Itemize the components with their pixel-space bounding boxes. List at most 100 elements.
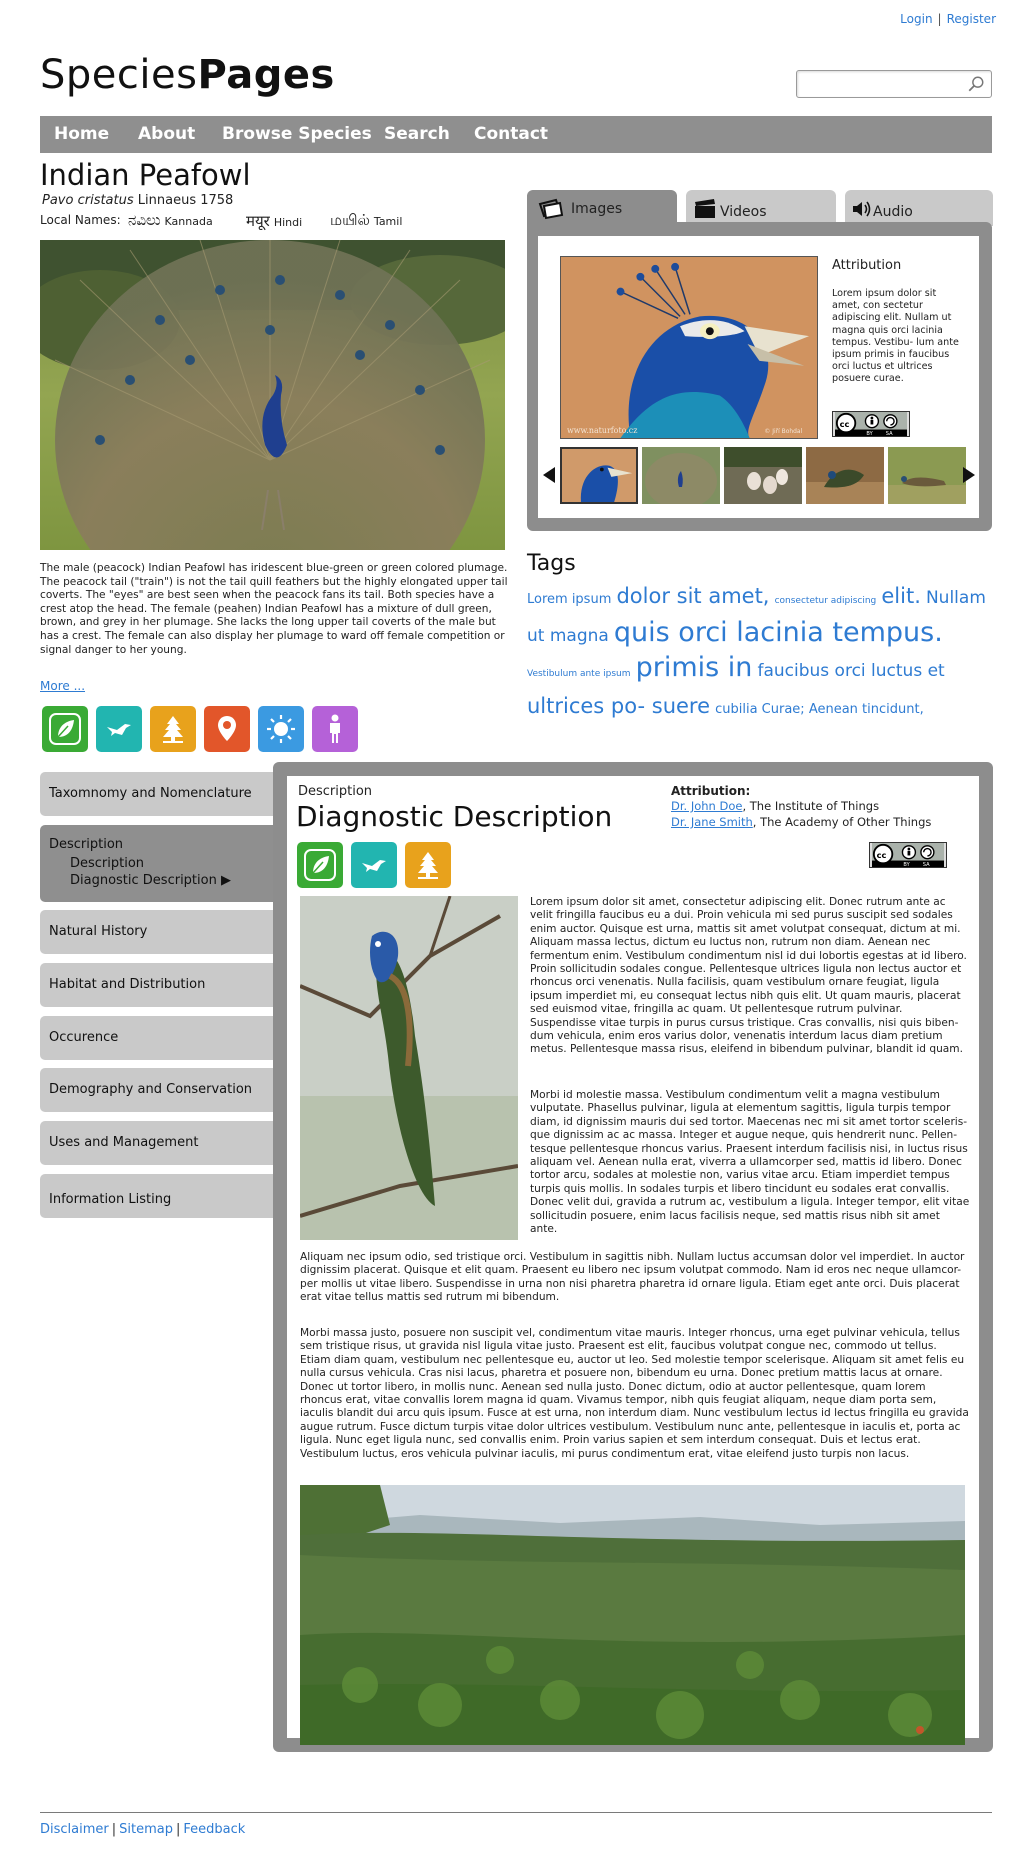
author-link[interactable]: Dr. Jane Smith xyxy=(671,815,753,829)
left-nav-subitem-diagnostic[interactable]: Diagnostic Description ▶ xyxy=(70,873,231,888)
tag[interactable]: dolor sit amet, xyxy=(616,584,769,608)
local-name-language: Hindi xyxy=(273,216,303,229)
cc-by-sa-icon: cc BY SA xyxy=(872,843,944,868)
tree-icon xyxy=(418,852,438,879)
thumbnail-5[interactable] xyxy=(888,447,966,504)
attribution-line-2: Dr. Jane Smith, The Academy of Other Thi… xyxy=(671,815,931,829)
perched-peacock-image xyxy=(300,896,518,1240)
cc-license-badge[interactable]: cc BY SA xyxy=(832,411,910,437)
sun-icon xyxy=(267,715,295,743)
nav-search[interactable]: Search xyxy=(384,124,450,144)
site-logo[interactable]: SpeciesPages xyxy=(40,52,335,98)
clapperboard-icon xyxy=(695,199,715,218)
svg-text:cc: cc xyxy=(877,850,887,860)
tile-tree[interactable] xyxy=(405,842,451,888)
local-names: Local Names: ನವಿಲು Kannada मयूर Hindi மயில… xyxy=(40,211,440,233)
media-gallery: www.naturfoto.cz © Jiří Bohdal Attributi… xyxy=(538,236,979,518)
left-nav-natural-history[interactable]: Natural History xyxy=(40,910,276,954)
left-nav-taxonomy[interactable]: Taxomnomy and Nomenclature xyxy=(40,772,276,816)
search-icon[interactable] xyxy=(967,75,985,93)
tag[interactable]: consectetur adipiscing xyxy=(775,596,877,606)
tag[interactable]: elit. xyxy=(881,584,921,608)
local-names-label: Local Names: xyxy=(40,213,121,227)
register-link[interactable]: Register xyxy=(947,12,996,26)
tag[interactable]: cubilia Curae; Aenean tincidunt, xyxy=(715,702,924,717)
paragraph-2: Morbi id molestie massa. Vestibulum cond… xyxy=(530,1089,970,1236)
location-pin-icon xyxy=(218,716,236,741)
prev-arrow-icon[interactable] xyxy=(541,466,557,484)
thumbnail-1[interactable] xyxy=(560,447,638,504)
left-nav-label: Description xyxy=(49,837,124,852)
tile-location[interactable] xyxy=(204,706,250,752)
tile-bird[interactable] xyxy=(351,842,397,888)
tab-audio[interactable]: Audio xyxy=(845,190,993,226)
tile-climate[interactable] xyxy=(258,706,304,752)
tile-leaf[interactable] xyxy=(42,706,88,752)
tile-human[interactable] xyxy=(312,706,358,752)
separator: | xyxy=(111,1822,117,1837)
more-link[interactable]: More ... xyxy=(40,679,85,693)
next-arrow-icon[interactable] xyxy=(961,466,977,484)
left-nav-information-listing[interactable]: Information Listing xyxy=(40,1174,276,1218)
left-nav-occurence[interactable]: Occurence xyxy=(40,1016,276,1060)
nav-browse-species[interactable]: Browse Species xyxy=(222,124,372,144)
bird-icon xyxy=(107,724,131,736)
search-box xyxy=(796,70,992,98)
tag[interactable]: Vestibulum ante ipsum xyxy=(527,669,630,679)
tag[interactable]: faucibus orci luctus et xyxy=(757,661,944,681)
tag[interactable]: quis orci lacinia tempus. xyxy=(614,617,943,648)
account-links: Login | Register xyxy=(900,12,996,26)
left-nav-label: Habitat and Distribution xyxy=(49,977,206,992)
nav-contact[interactable]: Contact xyxy=(474,124,548,144)
content-title: Diagnostic Description xyxy=(296,800,613,833)
tree-icon xyxy=(163,716,183,743)
content-area: Description Diagnostic Description Attri… xyxy=(287,776,979,1745)
paragraph-3: Aliquam nec ipsum odio, sed tristique or… xyxy=(300,1251,965,1304)
paragraph-1: Lorem ipsum dolor sit amet, consectetur … xyxy=(530,896,967,1056)
left-nav-demography[interactable]: Demography and Conservation xyxy=(40,1068,276,1112)
nav-about[interactable]: About xyxy=(138,124,195,144)
tag[interactable]: ultrices po- suere xyxy=(527,694,710,718)
footer-feedback[interactable]: Feedback xyxy=(183,1822,245,1837)
left-nav-description[interactable]: Description Description Diagnostic Descr… xyxy=(40,825,276,902)
local-name-language: Kannada xyxy=(164,215,213,228)
svg-text:cc: cc xyxy=(840,419,850,429)
tile-leaf[interactable] xyxy=(297,842,343,888)
thumbnail-4[interactable] xyxy=(806,447,884,504)
left-nav-label: Occurence xyxy=(49,1030,119,1045)
footer-disclaimer[interactable]: Disclaimer xyxy=(40,1822,109,1837)
main-gallery-image[interactable]: www.naturfoto.cz © Jiří Bohdal xyxy=(560,256,818,439)
images-icon xyxy=(538,198,564,220)
authority: Linnaeus 1758 xyxy=(137,193,234,208)
search-input[interactable] xyxy=(801,74,961,94)
nav-home[interactable]: Home xyxy=(54,124,109,144)
tile-bird[interactable] xyxy=(96,706,142,752)
author-org: , The Academy of Other Things xyxy=(752,815,932,829)
local-name-tamil: மயில் Tamil xyxy=(330,211,402,231)
tab-videos-label: Videos xyxy=(720,204,767,220)
tile-tree[interactable] xyxy=(150,706,196,752)
cc-license-badge[interactable]: cc BY SA xyxy=(869,842,947,868)
forest-landscape-image xyxy=(300,1485,965,1745)
species-description: The male (peacock) Indian Peafowl has ir… xyxy=(40,562,508,656)
login-link[interactable]: Login xyxy=(900,12,932,26)
author-org: , The Institute of Things xyxy=(742,799,880,813)
left-nav-uses[interactable]: Uses and Management xyxy=(40,1121,276,1165)
tag[interactable]: Lorem ipsum xyxy=(527,592,611,607)
thumbnail-3[interactable] xyxy=(724,447,802,504)
thumbnail-2[interactable] xyxy=(642,447,720,504)
author-link[interactable]: Dr. John Doe xyxy=(671,799,742,813)
section-label: Description xyxy=(298,784,373,799)
content-panel: Description Diagnostic Description Attri… xyxy=(273,762,993,1752)
svg-text:SA: SA xyxy=(923,862,930,867)
tab-videos[interactable]: Videos xyxy=(686,190,836,226)
bird-icon xyxy=(362,860,386,872)
tab-images[interactable]: Images xyxy=(527,190,677,226)
attribution-title: Attribution xyxy=(832,258,902,273)
tag[interactable]: primis in xyxy=(636,652,753,683)
separator: | xyxy=(937,12,942,26)
footer-sitemap[interactable]: Sitemap xyxy=(119,1822,173,1837)
left-nav-subitem-description[interactable]: Description xyxy=(70,856,144,871)
left-nav-habitat[interactable]: Habitat and Distribution xyxy=(40,963,276,1007)
left-nav-label: Uses and Management xyxy=(49,1135,199,1150)
